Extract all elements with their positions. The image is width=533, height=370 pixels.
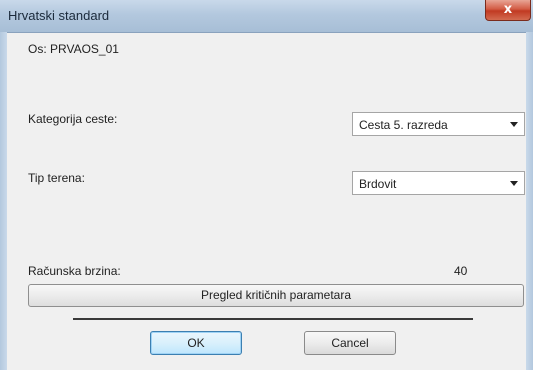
window-border-left <box>0 32 7 370</box>
teren-select[interactable]: Brdovit <box>352 171 525 195</box>
pregled-parametara-button[interactable]: Pregled kritičnih parametara <box>28 284 524 307</box>
dialog-window: Hrvatski standard x Os: PRVAOS_01 Katego… <box>0 0 533 370</box>
axis-label: Os: PRVAOS_01 <box>28 42 119 56</box>
kategorija-label: Kategorija ceste: <box>28 112 118 126</box>
close-button[interactable]: x <box>485 0 531 21</box>
chevron-down-icon <box>510 122 518 127</box>
brzina-label: Računska brzina: <box>28 264 121 278</box>
separator <box>73 318 473 320</box>
title-bar[interactable]: Hrvatski standard x <box>0 0 533 33</box>
ok-button[interactable]: OK <box>150 331 242 355</box>
kategorija-select[interactable]: Cesta 5. razreda <box>352 112 525 136</box>
close-icon: x <box>503 2 513 17</box>
teren-label: Tip terena: <box>28 171 85 185</box>
kategorija-value: Cesta 5. razreda <box>359 118 448 132</box>
chevron-down-icon <box>510 181 518 186</box>
window-title: Hrvatski standard <box>8 8 110 23</box>
window-border-right <box>526 32 533 370</box>
cancel-button[interactable]: Cancel <box>304 331 396 355</box>
teren-value: Brdovit <box>359 177 397 191</box>
brzina-value: 40 <box>454 264 468 278</box>
